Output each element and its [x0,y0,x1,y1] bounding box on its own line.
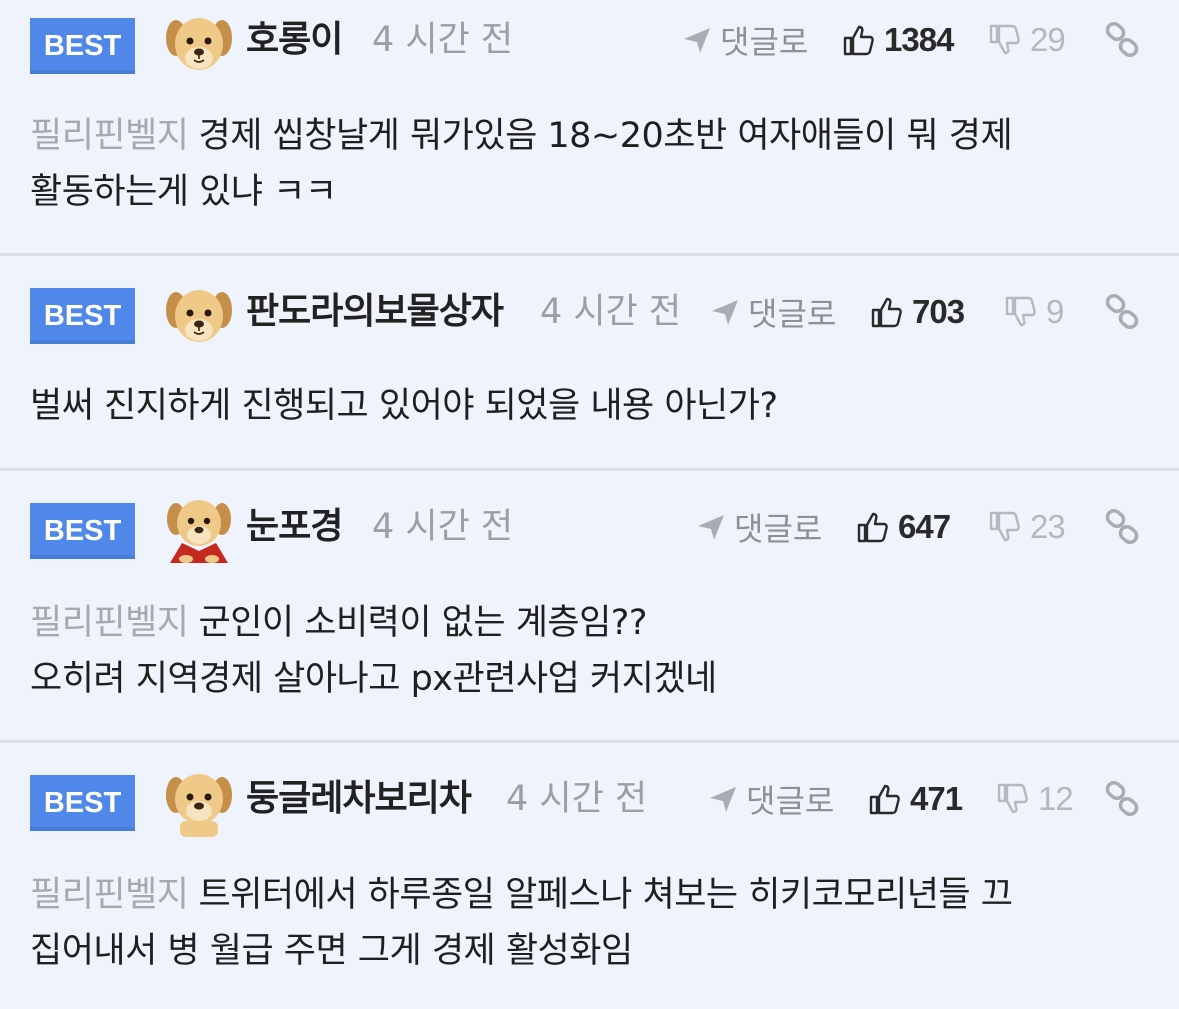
like-button[interactable]: 647 [856,499,951,555]
like-count: 647 [898,508,951,545]
comment-line: 필리핀벨지 트위터에서 하루종일 알페스나 쳐보는 히키코모리년들 끄 [30,867,1139,923]
reply-arrow-icon [684,28,710,53]
link-icon[interactable] [1104,294,1140,330]
comment-body: 벌써 진지하게 진행되고 있어야 되었을 내용 아닌가? [30,378,1139,434]
comment-line: 벌써 진지하게 진행되고 있어야 되었을 내용 아닌가? [30,386,778,426]
comment-time: 4 시간 전 [506,779,648,819]
comment-nickname[interactable]: 호롱이 [246,12,343,68]
comment-text: 군인이 소비력이 없는 계층임?? [198,603,648,643]
comment-item: BEST 판도라의보물상자 4 시간 전 댓글로 703 9 벌써 진지하게 진… [0,256,1179,471]
reply-label: 댓글로 [748,295,837,333]
comment-time: 4 시간 전 [372,20,514,60]
reply-button[interactable]: 댓글로 [710,284,836,340]
comment-text: 경제 씹창날게 뭐가있음 18~20초반 여자애들이 뭐 경제 [198,116,1013,156]
like-button[interactable]: 1384 [842,12,954,68]
dislike-count: 29 [1030,21,1066,58]
link-icon[interactable] [1104,781,1140,817]
comment-nickname[interactable]: 둥글레차보리차 [246,771,472,827]
best-badge: BEST [30,503,135,559]
comment-line: 집어내서 병 월급 주면 그게 경제 활성화임 [30,931,633,971]
comment-time: 4 시간 전 [372,507,514,547]
thumbs-down-icon [989,24,1020,55]
dislike-button[interactable]: 29 [988,12,1066,68]
thumbs-up-icon [843,25,874,56]
reply-arrow-icon [712,300,738,325]
comment-line: 필리핀벨지 경제 씹창날게 뭐가있음 18~20초반 여자애들이 뭐 경제 [30,108,1139,164]
thumbs-up-icon [871,297,902,328]
reply-arrow-icon [710,787,736,812]
dislike-count: 9 [1046,293,1064,330]
reply-label: 댓글로 [720,23,809,61]
comment-nickname[interactable]: 판도라의보물상자 [246,284,504,340]
like-button[interactable]: 703 [870,284,965,340]
puppy-avatar-icon[interactable] [162,278,236,352]
dislike-button[interactable]: 9 [1004,284,1064,340]
link-icon[interactable] [1104,22,1140,58]
comment-item: BEST 눈포경 4 시간 전 댓글로 647 23 필리핀벨지 군인이 소비력이… [0,471,1179,743]
source-tag: 필리핀벨지 [30,116,189,156]
dislike-count: 23 [1030,508,1066,545]
source-tag: 필리핀벨지 [30,875,189,915]
best-badge: BEST [30,288,135,344]
reply-button[interactable]: 댓글로 [682,12,808,68]
comment-text: 트위터에서 하루종일 알페스나 쳐보는 히키코모리년들 끄 [198,875,1013,915]
reply-label: 댓글로 [734,510,823,548]
puppy-avatar-icon[interactable] [162,765,236,839]
thumbs-down-icon [989,511,1020,542]
dislike-button[interactable]: 12 [996,771,1074,827]
thumbs-up-icon [869,784,900,815]
reply-button[interactable]: 댓글로 [708,771,834,827]
thumbs-up-icon [857,512,888,543]
dislike-button[interactable]: 23 [988,499,1066,555]
comment-nickname[interactable]: 눈포경 [246,499,343,555]
like-count: 1384 [884,21,954,58]
comment-time: 4 시간 전 [540,292,682,332]
best-badge: BEST [30,18,135,74]
puppy-avatar-icon[interactable] [162,491,236,565]
source-tag: 필리핀벨지 [30,603,189,643]
thumbs-down-icon [997,783,1028,814]
reply-arrow-icon [698,515,724,540]
thumbs-down-icon [1005,296,1036,327]
reply-button[interactable]: 댓글로 [696,499,822,555]
puppy-avatar-icon[interactable] [162,6,236,80]
best-badge: BEST [30,775,135,831]
comment-body: 필리핀벨지 군인이 소비력이 없는 계층임?? 오히려 지역경제 살아나고 px관… [30,595,1139,707]
like-button[interactable]: 471 [868,771,963,827]
comment-line: 필리핀벨지 군인이 소비력이 없는 계층임?? [30,595,1139,651]
comment-line: 활동하는게 있냐 ㅋㅋ [30,172,337,212]
reply-label: 댓글로 [746,782,835,820]
dislike-count: 12 [1038,780,1074,817]
comment-body: 필리핀벨지 경제 씹창날게 뭐가있음 18~20초반 여자애들이 뭐 경제 활동하… [30,108,1139,220]
link-icon[interactable] [1104,509,1140,545]
like-count: 471 [910,780,963,817]
comment-line: 오히려 지역경제 살아나고 px관련사업 커지겠네 [30,659,717,699]
comment-item: BEST 호롱이 4 시간 전 댓글로 1384 29 필리핀벨지 경제 씹창날게… [0,0,1179,256]
comment-item: BEST 둥글레차보리차 4 시간 전 댓글로 471 12 필리핀벨지 트위터에… [0,743,1179,1009]
comment-body: 필리핀벨지 트위터에서 하루종일 알페스나 쳐보는 히키코모리년들 끄 집어내서 … [30,867,1139,979]
like-count: 703 [912,293,965,330]
